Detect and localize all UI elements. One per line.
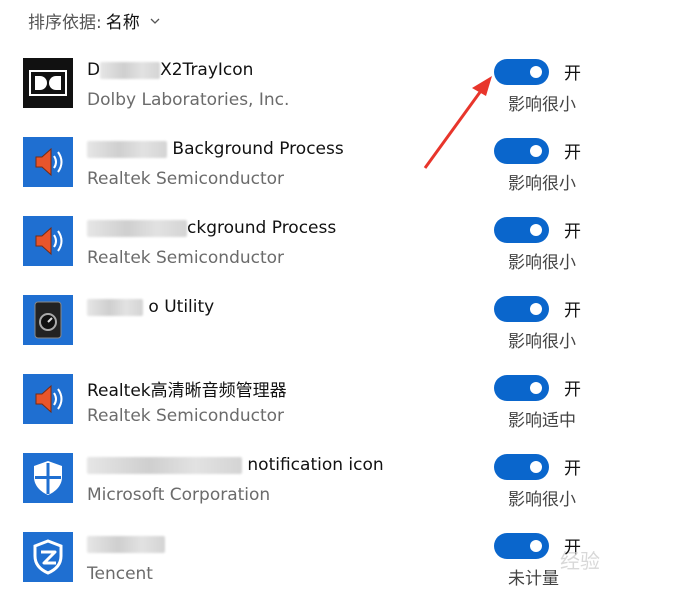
- toggle-state: 开: [564, 143, 581, 163]
- startup-impact: 影响适中: [508, 411, 576, 431]
- startup-toggle[interactable]: [494, 59, 549, 85]
- toggle-knob: [530, 382, 542, 394]
- toggle-knob: [530, 540, 542, 552]
- startup-toggle[interactable]: [494, 375, 549, 401]
- toggle-state: 开: [564, 64, 581, 84]
- toggle-knob: [530, 224, 542, 236]
- app-name: D X2TrayIcon: [87, 60, 254, 80]
- startup-app-row: D X2TrayIcon Dolby Laboratories, Inc. 开 影…: [0, 58, 678, 137]
- startup-app-row: ckground Process Realtek Semiconductor 开…: [0, 216, 678, 295]
- startup-impact: 未计量: [508, 569, 559, 589]
- startup-impact: 影响很小: [508, 332, 576, 352]
- sort-label: 排序依据:: [28, 13, 102, 33]
- toggle-state: 开: [564, 301, 581, 321]
- startup-toggle[interactable]: [494, 533, 549, 559]
- toggle-state: 开: [564, 459, 581, 479]
- startup-toggle[interactable]: [494, 454, 549, 480]
- speaker-icon: [23, 374, 73, 424]
- app-name: Realtek高清晰音频管理器: [87, 381, 287, 401]
- startup-toggle[interactable]: [494, 296, 549, 322]
- startup-impact: 影响很小: [508, 490, 576, 510]
- toggle-state: 开: [564, 380, 581, 400]
- chevron-down-icon: [150, 18, 160, 24]
- startup-toggle[interactable]: [494, 217, 549, 243]
- startup-toggle[interactable]: [494, 138, 549, 164]
- watermark: 经验: [560, 549, 600, 573]
- startup-app-row: Background Process Realtek Semiconductor…: [0, 137, 678, 216]
- app-name: notification icon: [87, 455, 384, 475]
- app-publisher: Realtek Semiconductor: [87, 406, 285, 426]
- toggle-knob: [530, 303, 542, 315]
- app-name: Background Process: [87, 139, 344, 159]
- startup-impact: 影响很小: [508, 95, 576, 115]
- toggle-knob: [530, 461, 542, 473]
- app-publisher: Realtek Semiconductor: [87, 248, 285, 268]
- startup-app-row: o Utility 开 影响很小: [0, 295, 678, 374]
- startup-app-row: notification icon Microsoft Corporation …: [0, 453, 678, 532]
- dolby-icon: [23, 58, 73, 108]
- app-publisher: Realtek Semiconductor: [87, 169, 285, 189]
- startup-impact: 影响很小: [508, 174, 576, 194]
- toggle-state: 开: [564, 222, 581, 242]
- speaker-icon: [23, 137, 73, 187]
- speaker-icon: [23, 216, 73, 266]
- sort-value: 名称: [105, 13, 140, 33]
- app-name: [87, 534, 165, 554]
- app-publisher: Microsoft Corporation: [87, 485, 271, 505]
- toggle-knob: [530, 145, 542, 157]
- tencent-shield-icon: [23, 532, 73, 582]
- utility-icon: [23, 295, 73, 345]
- app-publisher: Tencent: [87, 564, 153, 584]
- startup-impact: 影响很小: [508, 253, 576, 273]
- shield-icon: [23, 453, 73, 503]
- app-publisher: Dolby Laboratories, Inc.: [87, 90, 290, 110]
- app-name: o Utility: [87, 297, 214, 317]
- startup-app-row: Realtek高清晰音频管理器 Realtek Semiconductor 开 …: [0, 374, 678, 453]
- toggle-knob: [530, 66, 542, 78]
- app-name: ckground Process: [87, 218, 336, 238]
- sort-dropdown[interactable]: 排序依据: 名称: [28, 8, 160, 33]
